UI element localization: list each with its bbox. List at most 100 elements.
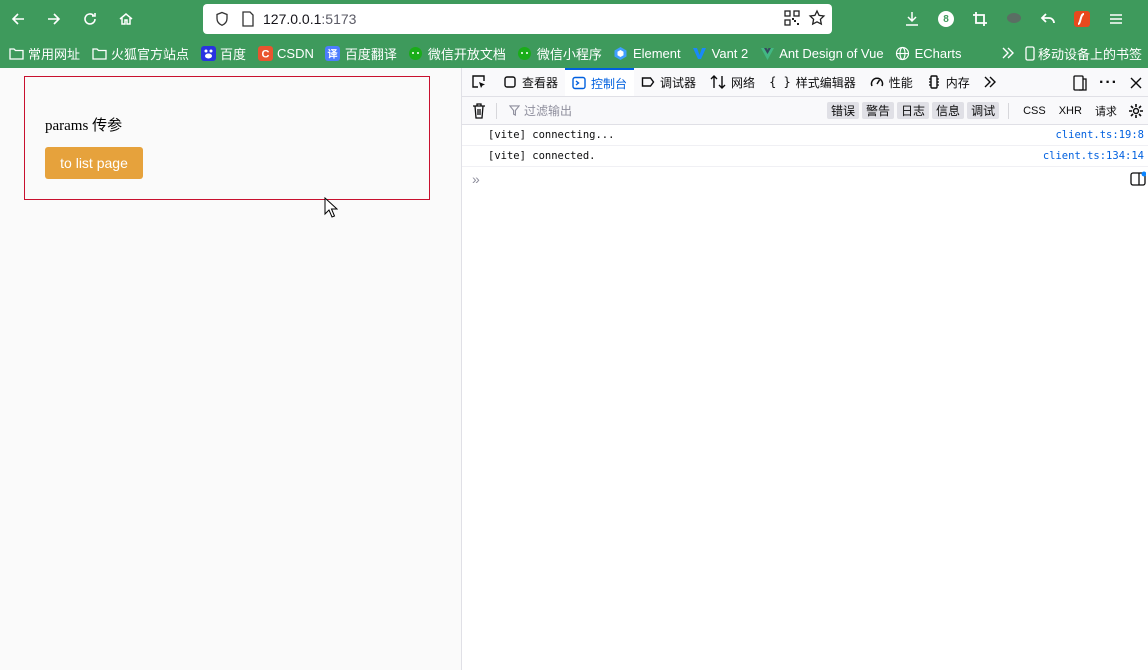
devtools-tab[interactable]: 调试器 (634, 68, 703, 96)
screenshot-button[interactable] (963, 0, 997, 38)
extension-badge: 8 (938, 11, 954, 27)
inspector-icon (503, 75, 517, 89)
log-source-link[interactable]: client.ts:134:14 (1043, 150, 1144, 162)
undo-icon (1039, 10, 1057, 28)
more-options-icon[interactable]: ··· (1099, 74, 1118, 92)
baidu-translate-icon: 译 (325, 45, 341, 61)
more-tools-button[interactable] (977, 68, 1003, 96)
csdn-icon: C (257, 45, 273, 61)
chevron-double-right-icon (984, 76, 996, 88)
bookmark-item[interactable]: 常用网址 (4, 41, 84, 65)
qr-code-icon[interactable] (784, 10, 800, 29)
menu-button[interactable] (1099, 0, 1133, 38)
console-icon (572, 76, 586, 90)
devtools-tab[interactable]: { }样式编辑器 (762, 68, 863, 96)
filter-output-input[interactable]: 过滤输出 (509, 102, 572, 119)
prompt-chevron-icon: » (472, 171, 480, 187)
clear-console-icon[interactable] (472, 103, 486, 119)
forward-button[interactable] (36, 0, 72, 38)
bookmark-label: 微信开放文档 (428, 44, 506, 63)
performance-icon (870, 75, 884, 89)
devtools-tab-label: 性能 (889, 74, 913, 91)
bookmark-label: 火狐官方站点 (111, 44, 189, 63)
element-icon (613, 45, 629, 61)
globe-icon (895, 45, 911, 61)
bookmark-item[interactable]: 百度 (196, 41, 250, 65)
devtools-toolbar-right: ··· (1073, 68, 1142, 97)
antd-icon (759, 45, 775, 61)
undo-extension-button[interactable] (1031, 0, 1065, 38)
bookmark-label: CSDN (277, 46, 314, 61)
network-icon (710, 75, 726, 89)
request-type-toggle[interactable]: 请求 (1090, 103, 1122, 119)
bookmark-label: 常用网址 (28, 44, 80, 63)
close-icon[interactable] (1130, 77, 1142, 89)
page-viewport: params 传参 to list page (0, 68, 461, 670)
devtools-tab[interactable]: 性能 (863, 68, 920, 96)
wechat-icon (517, 45, 533, 61)
bookmark-star-icon[interactable] (808, 9, 826, 30)
url-port: :5173 (321, 11, 356, 27)
bookmark-item[interactable]: 微信小程序 (513, 41, 606, 65)
request-type-toggle[interactable]: CSS (1018, 105, 1051, 117)
bookmark-label: ECharts (915, 46, 962, 61)
extension-badge-button[interactable]: 8 (929, 0, 963, 38)
bookmark-item[interactable]: 火狐官方站点 (87, 41, 193, 65)
devtools-tab[interactable]: 查看器 (496, 68, 565, 96)
address-bar[interactable]: 127.0.0.1:5173 (203, 4, 832, 34)
chevron-double-right-icon[interactable] (1001, 46, 1015, 60)
downloads-button[interactable] (895, 0, 929, 38)
log-level-toggle[interactable]: 警告 (862, 102, 894, 119)
reload-button[interactable] (72, 0, 108, 38)
to-list-page-button[interactable]: to list page (45, 147, 143, 179)
page-icon[interactable] (237, 4, 259, 34)
chat-extension-button[interactable] (997, 0, 1031, 38)
home-icon (117, 10, 135, 28)
bookmark-item[interactable]: C CSDN (253, 41, 318, 65)
home-button[interactable] (108, 0, 144, 38)
hamburger-icon (1107, 10, 1125, 28)
bookmark-item[interactable]: Ant Design of Vue (755, 41, 887, 65)
dock-side-icon[interactable] (1073, 75, 1087, 91)
bookmark-item[interactable]: 微信开放文档 (404, 41, 510, 65)
console-settings-icon[interactable] (1128, 103, 1144, 119)
divider (1008, 103, 1009, 119)
console-log-row: [vite] connecting...client.ts:19:8 (462, 125, 1148, 146)
folder-icon (8, 45, 24, 61)
mobile-bookmarks-folder[interactable]: 移动设备上的书签 (1025, 44, 1142, 63)
devtools-tab[interactable]: 内存 (920, 68, 977, 96)
folder-icon (91, 45, 107, 61)
log-level-toggle[interactable]: 信息 (932, 102, 964, 119)
bookmark-item[interactable]: Vant 2 (688, 41, 753, 65)
devtools-tab[interactable]: 网络 (703, 68, 762, 96)
chat-bubble-icon (1005, 10, 1023, 28)
vant-icon (692, 45, 708, 61)
demo-container: params 传参 to list page (24, 76, 430, 200)
log-level-toggle[interactable]: 错误 (827, 102, 859, 119)
devtools-tab-label: 查看器 (522, 74, 558, 91)
console-output: [vite] connecting...client.ts:19:8 [vite]… (462, 125, 1148, 167)
arrow-left-icon (9, 10, 27, 28)
console-input[interactable]: » (462, 167, 1148, 191)
browser-toolbar: 127.0.0.1:5173 8 (0, 0, 1148, 38)
bookmark-item[interactable]: 译百度翻译 (321, 41, 401, 65)
shield-icon[interactable] (211, 4, 233, 34)
log-message: [vite] connected. (488, 150, 595, 162)
log-level-toggle[interactable]: 调试 (967, 102, 999, 119)
flash-extension-button[interactable] (1065, 0, 1099, 38)
log-source-link[interactable]: client.ts:19:8 (1055, 129, 1144, 141)
devtools-tab-label: 调试器 (660, 74, 696, 91)
arrow-right-icon (45, 10, 63, 28)
editor-mode-icon[interactable] (1130, 171, 1146, 187)
svg-text:译: 译 (328, 47, 339, 60)
bookmark-item[interactable]: ECharts (891, 41, 966, 65)
log-level-toggle[interactable]: 日志 (897, 102, 929, 119)
request-type-toggle[interactable]: XHR (1054, 105, 1087, 117)
mobile-device-icon (1025, 46, 1035, 61)
bookmarks-overflow-area: 移动设备上的书签 (1001, 38, 1142, 68)
back-button[interactable] (0, 0, 36, 38)
bookmark-item[interactable]: Element (609, 41, 685, 65)
download-icon (903, 10, 921, 28)
element-picker-button[interactable] (462, 68, 496, 96)
devtools-tab[interactable]: 控制台 (565, 68, 634, 96)
